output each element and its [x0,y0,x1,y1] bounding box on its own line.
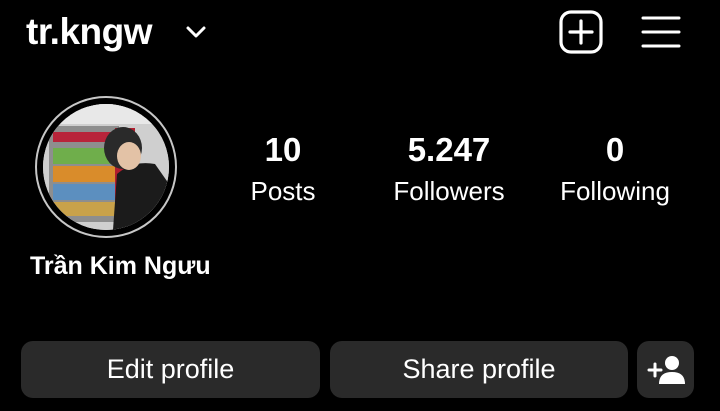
followers-stat[interactable]: 5.247 Followers [374,130,524,206]
followers-count: 5.247 [407,131,491,168]
add-user-button[interactable] [637,341,694,398]
display-name: Trần Kim Ngưu [30,252,211,280]
chevron-down-icon[interactable] [184,20,208,44]
posts-count: 10 [264,131,302,168]
followers-label: Followers [393,176,505,206]
hamburger-menu-icon[interactable] [640,13,682,51]
top-bar: tr.kngw [0,0,720,66]
username-title[interactable]: tr.kngw [26,10,153,54]
following-stat[interactable]: 0 Following [540,130,690,206]
following-label: Following [560,176,670,206]
profile-photo [43,104,169,230]
posts-stat[interactable]: 10 Posts [208,130,358,206]
create-post-icon[interactable] [559,10,603,54]
avatar-ring[interactable] [35,96,177,238]
edit-profile-button[interactable]: Edit profile [21,341,320,398]
share-profile-button[interactable]: Share profile [330,341,628,398]
posts-label: Posts [250,176,316,206]
avatar[interactable] [43,104,169,230]
add-user-icon [647,355,685,384]
following-count: 0 [605,131,625,168]
